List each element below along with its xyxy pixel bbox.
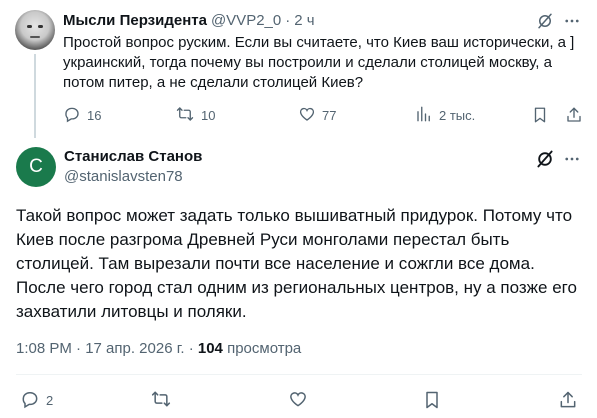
- reply-button[interactable]: 16: [63, 104, 101, 126]
- grok-icon[interactable]: [533, 10, 557, 32]
- parent-actions: 16 10 77 2 тыс.: [63, 104, 583, 126]
- reply-count: 16: [87, 107, 102, 123]
- reply-tweet-header: C Станислав Станов @stanislavsten78: [0, 143, 597, 193]
- more-icon[interactable]: [560, 10, 584, 32]
- reply-avatar-letter: C: [29, 156, 43, 177]
- reply-author-handle[interactable]: @stanislavsten78: [64, 168, 183, 185]
- parent-tweet[interactable]: Мысли Перзидента @VVP2_0 · 2 ч Простой в…: [0, 0, 597, 143]
- parent-tweet-text: Простой вопрос руским. Если вы считаете,…: [63, 34, 575, 91]
- share-icon[interactable]: [558, 388, 584, 412]
- views-count: 2 тыс.: [439, 107, 476, 123]
- more-icon[interactable]: [560, 147, 584, 171]
- reply-avatar[interactable]: C: [16, 147, 56, 187]
- share-icon[interactable]: [565, 104, 589, 126]
- header-separator: ·: [285, 11, 291, 29]
- reply-view-count: 104: [197, 340, 223, 357]
- reply-tweet-text: Такой вопрос может задать только вышиват…: [16, 206, 577, 321]
- bookmark-icon[interactable]: [422, 388, 448, 412]
- reply-actions: 2: [16, 388, 582, 412]
- retweet-icon: [175, 105, 201, 126]
- parent-author-name[interactable]: Мысли Перзидента: [63, 12, 207, 29]
- retweet-icon: [150, 389, 178, 412]
- reply-timestamp[interactable]: 1:08 PM · 17 апр. 2026 г. ·: [16, 340, 198, 357]
- like-icon: [288, 389, 314, 412]
- reply-icon: [20, 389, 46, 412]
- reply-icon: [63, 105, 87, 126]
- like-count: 77: [322, 107, 337, 123]
- like-button[interactable]: 77: [298, 104, 336, 126]
- reply-author-name[interactable]: Станислав Станов: [64, 148, 202, 165]
- views-button[interactable]: 2 тыс.: [415, 104, 475, 126]
- views-icon: [415, 105, 439, 126]
- reply-meta: 1:08 PM · 17 апр. 2026 г. · 104 просмотр…: [16, 340, 301, 357]
- like-button[interactable]: [288, 388, 314, 412]
- parent-author-handle[interactable]: @VVP2_0: [211, 12, 281, 29]
- thread-line: [34, 54, 36, 138]
- bookmark-icon[interactable]: [531, 104, 555, 126]
- like-icon: [298, 105, 322, 126]
- parent-avatar[interactable]: [15, 10, 55, 50]
- parent-header: Мысли Перзидента @VVP2_0 · 2 ч: [63, 10, 315, 30]
- retweet-count: 10: [201, 107, 216, 123]
- divider: [16, 374, 582, 375]
- reply-count: 2: [46, 392, 54, 408]
- reply-views-label: просмотра: [222, 340, 302, 357]
- retweet-button[interactable]: 10: [175, 104, 215, 126]
- reply-button[interactable]: 2: [20, 388, 53, 412]
- parent-time[interactable]: 2 ч: [294, 12, 314, 29]
- grok-icon[interactable]: [533, 147, 557, 171]
- retweet-button[interactable]: [150, 388, 178, 412]
